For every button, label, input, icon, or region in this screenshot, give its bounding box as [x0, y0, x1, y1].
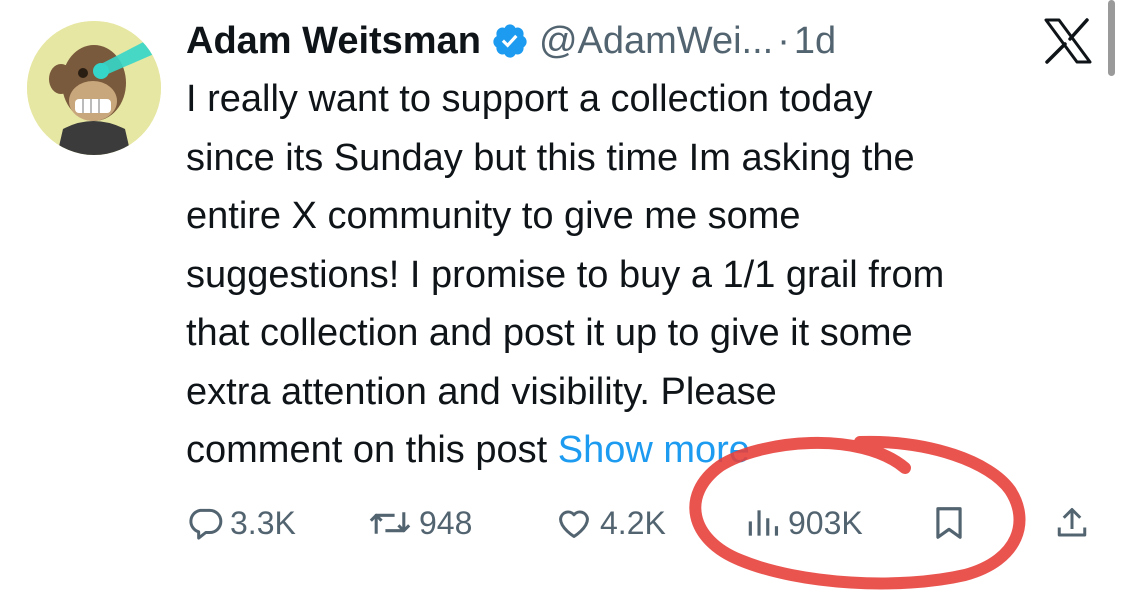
- tweet-body-line: I really want to support a collection to…: [186, 78, 873, 120]
- repost-count: 948: [419, 504, 473, 541]
- share-icon: [1057, 508, 1087, 537]
- show-more-link[interactable]: Show more: [558, 429, 750, 471]
- reply-button[interactable]: 3.3K: [186, 498, 296, 548]
- separator-dot: ·: [777, 19, 790, 62]
- view-count: 903K: [788, 504, 863, 541]
- heart-icon: [559, 510, 589, 538]
- reply-count: 3.3K: [230, 504, 296, 541]
- verified-badge-icon: [493, 24, 527, 58]
- bookmark-button[interactable]: [932, 498, 972, 548]
- tweet-timestamp[interactable]: 1d: [794, 20, 836, 63]
- tweet-body-line: that collection and post it up to give i…: [186, 312, 913, 354]
- tweet-body-line: comment on this post: [186, 429, 558, 471]
- tweet-body-line: since its Sunday but this time Im asking…: [186, 136, 915, 179]
- tweet-body: I really want to support a collection to…: [186, 70, 1086, 480]
- x-logo-icon: [1044, 18, 1092, 64]
- avatar[interactable]: [27, 21, 161, 155]
- tweet-body-line: extra attention and visibility. Please: [186, 370, 777, 413]
- views-chart-icon: [748, 510, 779, 536]
- repost-button[interactable]: 948: [367, 498, 472, 548]
- author-name[interactable]: Adam Weitsman: [186, 20, 481, 63]
- author-handle[interactable]: @AdamWei...: [539, 20, 773, 63]
- repost-icon: [369, 512, 411, 534]
- scrollbar[interactable]: [1108, 0, 1115, 76]
- tweet-actions-bar: 3.3K 948 4.2K 903K: [0, 498, 1125, 548]
- tweet-body-line: suggestions! I promise to buy a 1/1 grai…: [186, 253, 945, 296]
- like-count: 4.2K: [600, 504, 666, 541]
- like-button[interactable]: 4.2K: [554, 498, 666, 548]
- bored-ape-avatar-image: [27, 21, 161, 155]
- bookmark-icon: [936, 507, 962, 539]
- tweet-header: Adam Weitsman @AdamWei... · 1d: [186, 16, 836, 66]
- tweet-body-line: entire X community to give me some: [186, 195, 801, 237]
- views-button[interactable]: 903K: [744, 498, 863, 548]
- reply-bubble-icon: [189, 508, 223, 540]
- tweet-body-last-line: comment on this post Show more: [186, 421, 1086, 480]
- share-button[interactable]: [1054, 498, 1096, 548]
